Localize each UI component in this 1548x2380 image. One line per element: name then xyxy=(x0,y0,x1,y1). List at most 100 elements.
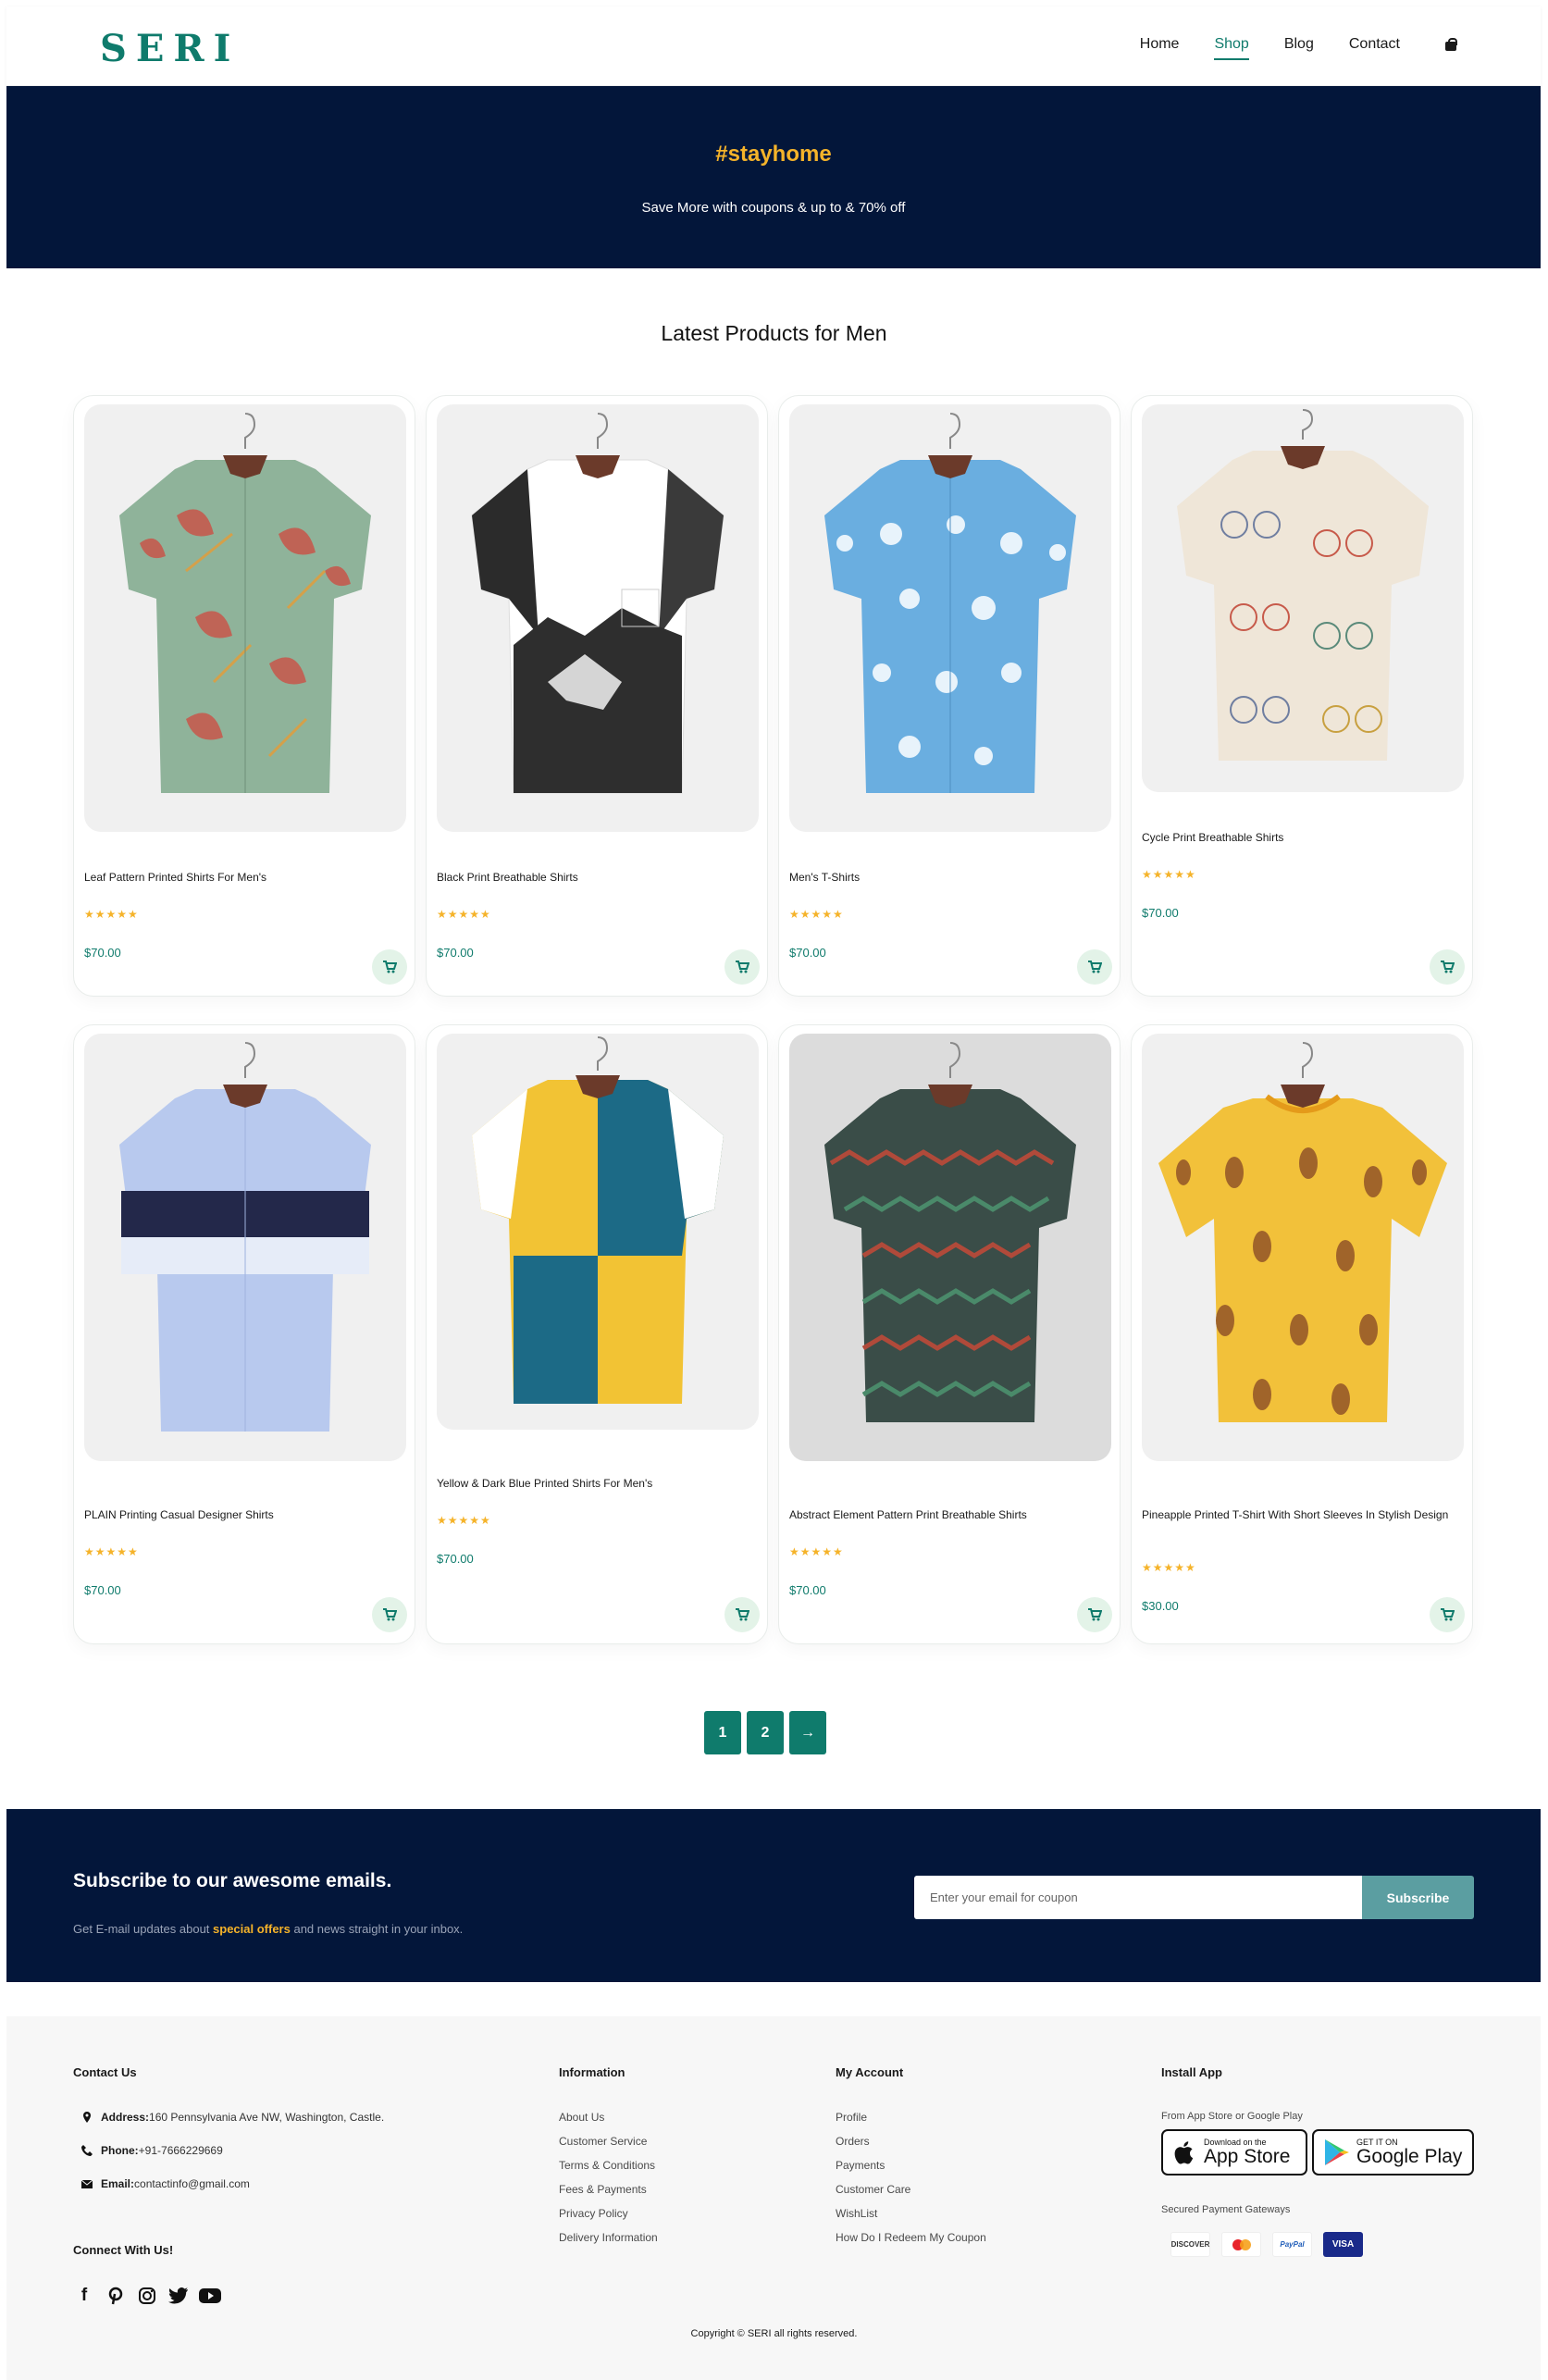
add-to-cart-button[interactable] xyxy=(1077,1597,1112,1632)
rating-stars: ★★★★★ xyxy=(1142,868,1196,881)
footer-link[interactable]: Profile xyxy=(836,2111,986,2124)
rating-stars: ★★★★★ xyxy=(84,1545,139,1558)
footer-link[interactable]: How Do I Redeem My Coupon xyxy=(836,2231,986,2244)
address-value: 160 Pennsylvania Ave NW, Washington, Cas… xyxy=(149,2111,385,2124)
newsletter-text: Get E-mail updates about special offers … xyxy=(73,1922,463,1936)
product-name[interactable]: Cycle Print Breathable Shirts xyxy=(1142,830,1461,846)
page-2-button[interactable]: 2 xyxy=(747,1711,784,1754)
rating-stars: ★★★★★ xyxy=(1142,1561,1196,1574)
envelope-icon xyxy=(80,2179,93,2188)
product-card[interactable]: Abstract Element Pattern Print Breathabl… xyxy=(778,1024,1121,1644)
footer-link[interactable]: Orders xyxy=(836,2135,986,2148)
product-card[interactable]: Yellow & Dark Blue Printed Shirts For Me… xyxy=(426,1024,768,1644)
cart-icon xyxy=(736,1608,749,1621)
footer-link[interactable]: Terms & Conditions xyxy=(559,2159,658,2172)
add-to-cart-button[interactable] xyxy=(1077,949,1112,985)
product-name[interactable]: Yellow & Dark Blue Printed Shirts For Me… xyxy=(437,1476,756,1492)
appstore-big-text: App Store xyxy=(1204,2146,1291,2167)
product-price: $70.00 xyxy=(789,946,826,960)
product-image[interactable] xyxy=(789,404,1111,832)
add-to-cart-button[interactable] xyxy=(372,949,407,985)
pinterest-icon[interactable] xyxy=(105,2285,127,2307)
product-price: $30.00 xyxy=(1142,1599,1179,1613)
product-card[interactable]: Leaf Pattern Printed Shirts For Men's ★★… xyxy=(73,395,415,997)
cart-icon xyxy=(1088,961,1102,973)
product-image[interactable] xyxy=(789,1034,1111,1461)
product-name[interactable]: Pineapple Printed T-Shirt With Short Sle… xyxy=(1142,1507,1461,1523)
hero-banner: #stayhome Save More with coupons & up to… xyxy=(6,86,1541,268)
add-to-cart-button[interactable] xyxy=(1430,949,1465,985)
app-subtitle: From App Store or Google Play xyxy=(1161,2111,1303,2122)
add-to-cart-button[interactable] xyxy=(1430,1597,1465,1632)
address-label: Address: xyxy=(101,2111,150,2124)
product-name[interactable]: Abstract Element Pattern Print Breathabl… xyxy=(789,1507,1108,1523)
nav-contact[interactable]: Contact xyxy=(1349,36,1400,53)
footer-link[interactable]: Privacy Policy xyxy=(559,2207,658,2220)
add-to-cart-button[interactable] xyxy=(372,1597,407,1632)
product-price: $70.00 xyxy=(84,946,121,960)
mastercard-badge xyxy=(1221,2232,1261,2257)
product-card[interactable]: Cycle Print Breathable Shirts ★★★★★ $70.… xyxy=(1131,395,1473,997)
product-price: $70.00 xyxy=(84,1583,121,1597)
product-image[interactable] xyxy=(1142,404,1464,792)
gplay-big-text: Google Play xyxy=(1356,2146,1463,2167)
mastercard-icon xyxy=(1232,2238,1251,2250)
subscribe-button[interactable]: Subscribe xyxy=(1362,1876,1474,1919)
add-to-cart-button[interactable] xyxy=(724,949,760,985)
footer-link[interactable]: About Us xyxy=(559,2111,658,2124)
twitter-icon[interactable] xyxy=(167,2285,190,2307)
footer-link[interactable]: Payments xyxy=(836,2159,986,2172)
product-image[interactable] xyxy=(84,404,406,832)
nav-shop[interactable]: Shop xyxy=(1214,36,1250,60)
site-header: SERI Home Shop Blog Contact xyxy=(6,6,1541,86)
product-card[interactable]: Men's T-Shirts ★★★★★ $70.00 xyxy=(778,395,1121,997)
footer-link[interactable]: Delivery Information xyxy=(559,2231,658,2244)
shopping-bag-icon[interactable] xyxy=(1444,38,1457,51)
product-image[interactable] xyxy=(437,404,759,832)
app-store-button[interactable]: Download on the App Store xyxy=(1161,2129,1307,2175)
main-nav: Home Shop Blog Contact xyxy=(1140,36,1457,60)
nav-blog[interactable]: Blog xyxy=(1284,36,1314,53)
instagram-icon[interactable] xyxy=(136,2285,158,2307)
product-image[interactable] xyxy=(437,1034,759,1430)
cart-icon xyxy=(736,961,749,973)
footer-heading-account: My Account xyxy=(836,2065,904,2079)
product-image[interactable] xyxy=(84,1034,406,1461)
product-card[interactable]: Black Print Breathable Shirts ★★★★★ $70.… xyxy=(426,395,768,997)
cart-icon xyxy=(1441,961,1455,973)
product-card[interactable]: Pineapple Printed T-Shirt With Short Sle… xyxy=(1131,1024,1473,1644)
product-name[interactable]: Black Print Breathable Shirts xyxy=(437,870,756,886)
footer-link[interactable]: WishList xyxy=(836,2207,986,2220)
facebook-icon[interactable]: f xyxy=(73,2285,95,2307)
footer-heading-contact: Contact Us xyxy=(73,2065,137,2079)
newsletter-text-after: and news straight in your inbox. xyxy=(290,1922,464,1936)
page-1-button[interactable]: 1 xyxy=(704,1711,741,1754)
brand-logo[interactable]: SERI xyxy=(100,27,240,70)
contact-address: Address: 160 Pennsylvania Ave NW, Washing… xyxy=(73,2111,384,2124)
map-pin-icon xyxy=(83,2112,91,2123)
email-input[interactable]: Enter your email for coupon xyxy=(914,1876,1362,1919)
email-value: contactinfo@gmail.com xyxy=(134,2177,250,2190)
add-to-cart-button[interactable] xyxy=(724,1597,760,1632)
cart-icon xyxy=(383,961,397,973)
footer-link[interactable]: Customer Service xyxy=(559,2135,658,2148)
rating-stars: ★★★★★ xyxy=(789,1545,844,1558)
newsletter-section: Subscribe to our awesome emails. Get E-m… xyxy=(6,1809,1541,1982)
footer-heading-app: Install App xyxy=(1161,2065,1222,2079)
product-image[interactable] xyxy=(1142,1034,1464,1461)
discover-badge: DISCOVER xyxy=(1170,2232,1210,2257)
product-name[interactable]: Men's T-Shirts xyxy=(789,870,1108,886)
cart-icon xyxy=(383,1608,397,1621)
product-price: $70.00 xyxy=(789,1583,826,1597)
product-card[interactable]: PLAIN Printing Casual Designer Shirts ★★… xyxy=(73,1024,415,1644)
product-name[interactable]: Leaf Pattern Printed Shirts For Men's xyxy=(84,870,403,886)
product-name[interactable]: PLAIN Printing Casual Designer Shirts xyxy=(84,1507,403,1523)
google-play-button[interactable]: GET IT ON Google Play xyxy=(1312,2129,1474,2175)
nav-home[interactable]: Home xyxy=(1140,36,1180,53)
footer-link[interactable]: Customer Care xyxy=(836,2183,986,2196)
footer-link[interactable]: Fees & Payments xyxy=(559,2183,658,2196)
youtube-icon[interactable] xyxy=(199,2285,221,2307)
cart-icon xyxy=(1441,1608,1455,1621)
next-page-button[interactable]: → xyxy=(789,1711,826,1754)
special-offers-highlight: special offers xyxy=(213,1922,291,1936)
